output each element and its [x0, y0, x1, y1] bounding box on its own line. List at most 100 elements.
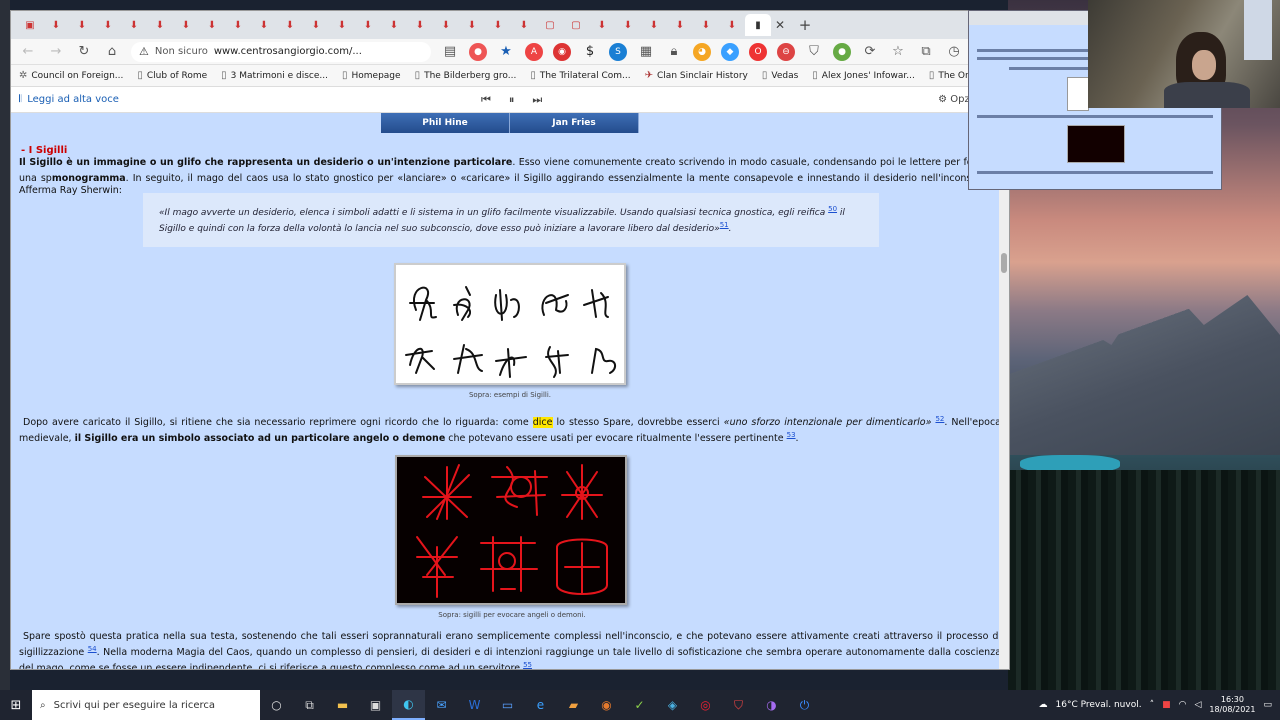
footnote-55[interactable]: 55	[523, 661, 532, 669]
app-icon-blue[interactable]: ◈	[656, 690, 689, 720]
tab-7[interactable]: ⬇	[199, 14, 225, 36]
tab-9[interactable]: ⬇	[251, 14, 277, 36]
tab-actions-icon[interactable]: ▣	[17, 14, 43, 36]
bookmark-trilateral[interactable]: ▯ The Trilateral Com...	[530, 70, 630, 81]
wifi-icon[interactable]: ◠	[1179, 700, 1187, 710]
author-jan-fries[interactable]: Jan Fries	[510, 113, 639, 133]
extension-icon-1[interactable]: ●	[469, 42, 487, 61]
tab-18[interactable]: ⬇	[485, 14, 511, 36]
tab-6[interactable]: ⬇	[173, 14, 199, 36]
collections-icon[interactable]: ⧉	[917, 44, 935, 59]
mail-icon[interactable]: ✉	[425, 690, 458, 720]
lock-icon[interactable]: 🔒︎	[665, 44, 683, 59]
tab-11[interactable]: ⬇	[303, 14, 329, 36]
pause-icon[interactable]: ⏸	[509, 93, 515, 107]
file-explorer-icon[interactable]: ▬	[326, 690, 359, 720]
refresh-icon[interactable]: ↻	[75, 44, 93, 59]
task-view-icon[interactable]: ⧉	[293, 690, 326, 720]
skype-icon[interactable]: S	[609, 42, 627, 61]
stop-icon[interactable]: ⊖	[777, 42, 795, 61]
tab-25[interactable]: ⬇	[667, 14, 693, 36]
tab-22[interactable]: ⬇	[589, 14, 615, 36]
extension-icon-3[interactable]: ●	[833, 42, 851, 61]
bookmark-vedas[interactable]: ▯ Vedas	[762, 70, 798, 81]
bookmark-bilderberg[interactable]: ▯ The Bilderberg gro...	[415, 70, 517, 81]
tab-26[interactable]: ⬇	[693, 14, 719, 36]
tab-1[interactable]: ⬇	[43, 14, 69, 36]
footnote-54[interactable]: 54	[88, 645, 97, 653]
tab-24[interactable]: ⬇	[641, 14, 667, 36]
author-phil-hine[interactable]: Phil Hine	[381, 113, 510, 133]
forward-icon[interactable]: →	[47, 44, 65, 59]
word-icon[interactable]: W	[458, 690, 491, 720]
qr-icon[interactable]: ▦	[637, 44, 655, 59]
cortana-icon[interactable]: ○	[260, 690, 293, 720]
volume-icon[interactable]: ◁	[1194, 700, 1201, 710]
cookie-icon[interactable]: ◕	[693, 42, 711, 61]
tab-17[interactable]: ⬇	[459, 14, 485, 36]
bookmark-council[interactable]: ✲ Council on Foreign...	[19, 70, 123, 81]
bookmark-clan-sinclair[interactable]: ✈ Clan Sinclair History	[645, 70, 748, 81]
notifications-icon[interactable]: ▭	[1263, 700, 1272, 710]
app-icon-green[interactable]: ✓	[623, 690, 656, 720]
adblock-icon[interactable]: A	[525, 42, 543, 61]
close-tab-icon[interactable]: ✕	[771, 18, 789, 32]
firefox-icon[interactable]: ◉	[590, 690, 623, 720]
read-mode-icon[interactable]: ▤	[441, 44, 459, 59]
tab-15[interactable]: ⬇	[407, 14, 433, 36]
footnote-51[interactable]: 51	[720, 221, 729, 229]
app-icon-red[interactable]: ◎	[689, 690, 722, 720]
history-icon[interactable]: ◷	[945, 44, 963, 59]
scrollbar-thumb[interactable]	[1001, 253, 1007, 273]
store-icon[interactable]: ▣	[359, 690, 392, 720]
new-tab-icon[interactable]: +	[795, 16, 815, 34]
page-scrollbar[interactable]	[999, 113, 1009, 669]
windows-start-icon[interactable]: ⊞	[0, 690, 32, 720]
favorite-star-icon[interactable]: ★	[497, 44, 515, 59]
app-icon-purple[interactable]: ◑	[755, 690, 788, 720]
shield-icon[interactable]: ⛉	[805, 44, 823, 59]
previous-icon[interactable]: ⏮	[481, 93, 491, 107]
extension-icon-2[interactable]: ◆	[721, 42, 739, 61]
favorites-icon[interactable]: ☆	[889, 44, 907, 59]
tab-5[interactable]: ⬇	[147, 14, 173, 36]
sync-icon[interactable]: ⟳	[861, 44, 879, 59]
clock[interactable]: 16:30 18/08/2021	[1209, 695, 1255, 715]
tab-14[interactable]: ⬇	[381, 14, 407, 36]
edge-icon[interactable]: ◐	[392, 690, 425, 720]
next-icon[interactable]: ⏭	[532, 93, 542, 107]
dollar-icon[interactable]: $	[581, 44, 599, 59]
tab-21[interactable]: ▢	[563, 14, 589, 36]
tab-10[interactable]: ⬇	[277, 14, 303, 36]
tab-8[interactable]: ⬇	[225, 14, 251, 36]
tab-12[interactable]: ⬇	[329, 14, 355, 36]
tab-2[interactable]: ⬇	[69, 14, 95, 36]
tab-active[interactable]: ▮	[745, 14, 771, 36]
tray-chevron-icon[interactable]: ˄	[1150, 700, 1155, 710]
folder-icon[interactable]: ▰	[557, 690, 590, 720]
tray-app-icon[interactable]: ■	[1162, 700, 1171, 710]
tab-27[interactable]: ⬇	[719, 14, 745, 36]
url-field[interactable]: ⚠ Non sicuro www.centrosangiorgio.com/..…	[131, 41, 431, 62]
opera-icon[interactable]: O	[749, 42, 767, 61]
taskbar-search[interactable]: ⌕ Scrivi qui per eseguire la ricerca	[32, 690, 260, 720]
home-icon[interactable]: ⌂	[103, 44, 121, 59]
bookmark-alex-jones[interactable]: ▯ Alex Jones' Infowar...	[812, 70, 915, 81]
tab-19[interactable]: ⬇	[511, 14, 537, 36]
app-icon-shield[interactable]: ⛉	[722, 690, 755, 720]
tab-3[interactable]: ⬇	[95, 14, 121, 36]
tab-13[interactable]: ⬇	[355, 14, 381, 36]
internet-explorer-icon[interactable]: e	[524, 690, 557, 720]
tab-4[interactable]: ⬇	[121, 14, 147, 36]
record-icon[interactable]: ◉	[553, 42, 571, 61]
back-icon[interactable]: ←	[19, 44, 37, 59]
remote-desktop-icon[interactable]: ▭	[491, 690, 524, 720]
app-icon-power[interactable]: ⏻	[788, 690, 821, 720]
footnote-50[interactable]: 50	[828, 205, 837, 213]
tab-16[interactable]: ⬇	[433, 14, 459, 36]
bookmark-matrimoni[interactable]: ▯ 3 Matrimoni e disce...	[221, 70, 328, 81]
weather-text[interactable]: 16°C Preval. nuvol.	[1056, 700, 1142, 710]
bookmark-homepage[interactable]: ▯ Homepage	[342, 70, 401, 81]
tab-23[interactable]: ⬇	[615, 14, 641, 36]
footnote-53[interactable]: 53	[787, 431, 796, 439]
